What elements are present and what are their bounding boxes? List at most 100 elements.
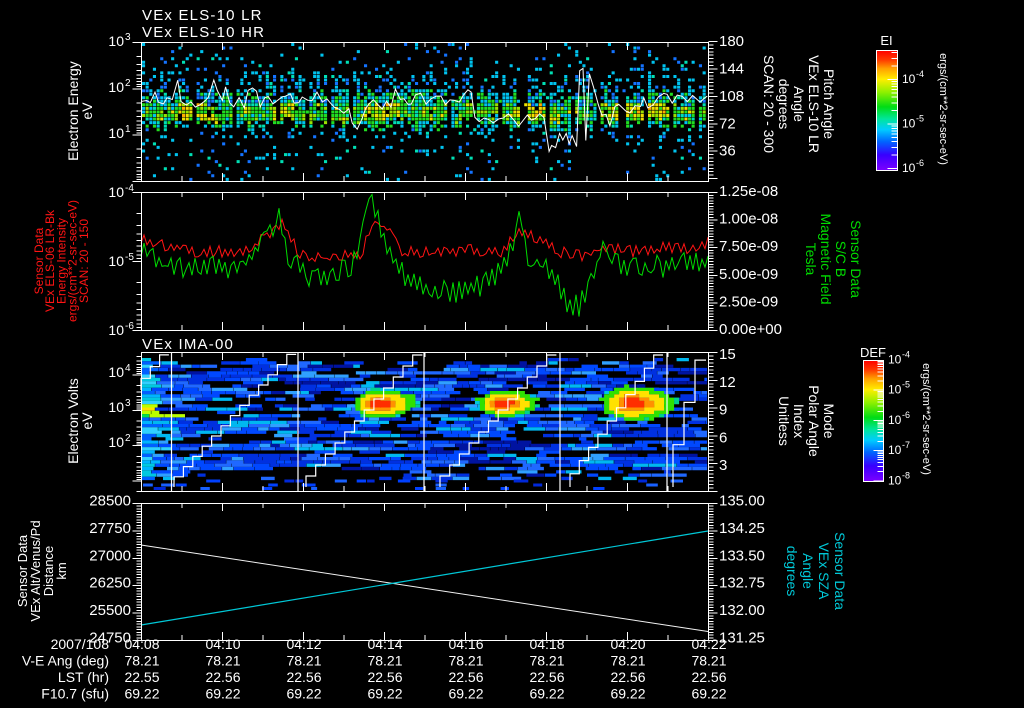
svg-text:25500: 25500 xyxy=(89,602,131,619)
svg-text:Sensor Data: Sensor Data xyxy=(832,532,848,610)
svg-text:-6: -6 xyxy=(916,158,924,168)
svg-text:10: 10 xyxy=(902,72,916,86)
svg-text:04:20: 04:20 xyxy=(610,636,645,652)
svg-text:1.25e-08: 1.25e-08 xyxy=(719,183,778,200)
svg-text:6: 6 xyxy=(719,429,727,446)
svg-text:Magnetic Field: Magnetic Field xyxy=(818,213,834,304)
svg-text:132.00: 132.00 xyxy=(719,602,765,619)
svg-text:22.56: 22.56 xyxy=(286,669,321,685)
svg-text:22.56: 22.56 xyxy=(205,669,240,685)
svg-text:-5: -5 xyxy=(125,252,134,263)
svg-text:SCAN: 20 - 150: SCAN: 20 - 150 xyxy=(77,219,91,303)
svg-text:10: 10 xyxy=(902,161,916,175)
svg-text:-6: -6 xyxy=(902,410,910,420)
svg-text:108: 108 xyxy=(719,88,744,105)
svg-text:1.00e-08: 1.00e-08 xyxy=(719,211,778,228)
svg-text:15: 15 xyxy=(719,346,736,363)
svg-text:10: 10 xyxy=(108,33,124,49)
svg-text:04:16: 04:16 xyxy=(448,636,483,652)
svg-text:22.56: 22.56 xyxy=(691,669,726,685)
svg-text:26250: 26250 xyxy=(89,575,131,592)
svg-text:-5: -5 xyxy=(902,380,910,390)
svg-text:10: 10 xyxy=(108,125,124,141)
svg-text:3: 3 xyxy=(125,32,131,43)
svg-text:69.22: 69.22 xyxy=(286,686,321,702)
svg-text:10: 10 xyxy=(902,117,916,131)
svg-text:22.55: 22.55 xyxy=(124,669,159,685)
svg-text:04:22: 04:22 xyxy=(691,636,726,652)
svg-text:133.50: 133.50 xyxy=(719,547,765,564)
svg-text:Tesla: Tesla xyxy=(803,243,819,276)
svg-text:04:18: 04:18 xyxy=(529,636,564,652)
svg-text:04:10: 04:10 xyxy=(205,636,240,652)
svg-text:-4: -4 xyxy=(902,350,910,360)
svg-text:SCAN: 20 - 300: SCAN: 20 - 300 xyxy=(761,55,777,153)
svg-text:-7: -7 xyxy=(902,440,910,450)
svg-text:69.22: 69.22 xyxy=(448,686,483,702)
svg-text:69.22: 69.22 xyxy=(205,686,240,702)
svg-text:78.21: 78.21 xyxy=(286,653,321,669)
svg-text:10: 10 xyxy=(108,322,124,338)
svg-text:9: 9 xyxy=(719,402,727,419)
svg-text:69.22: 69.22 xyxy=(691,686,726,702)
svg-text:km: km xyxy=(54,562,69,579)
svg-text:78.21: 78.21 xyxy=(124,653,159,669)
svg-text:S/C B: S/C B xyxy=(833,241,849,278)
svg-text:22.56: 22.56 xyxy=(610,669,645,685)
svg-text:78.21: 78.21 xyxy=(448,653,483,669)
svg-text:Index: Index xyxy=(791,404,807,438)
svg-text:-4: -4 xyxy=(125,183,134,194)
svg-text:10: 10 xyxy=(108,184,124,200)
svg-text:degrees: degrees xyxy=(776,79,792,130)
svg-text:78.21: 78.21 xyxy=(691,653,726,669)
svg-text:eV: eV xyxy=(79,412,95,430)
svg-text:3: 3 xyxy=(125,398,131,409)
svg-text:-4: -4 xyxy=(916,69,924,79)
svg-text:VEx IMA-00: VEx IMA-00 xyxy=(142,336,234,353)
svg-text:EI: EI xyxy=(880,33,892,48)
svg-text:Angle: Angle xyxy=(791,86,807,122)
svg-text:78.21: 78.21 xyxy=(529,653,564,669)
svg-text:2: 2 xyxy=(125,78,131,89)
svg-text:36: 36 xyxy=(719,143,736,160)
svg-text:180: 180 xyxy=(719,33,744,50)
svg-text:78.21: 78.21 xyxy=(205,653,240,669)
svg-text:22.56: 22.56 xyxy=(367,669,402,685)
svg-text:10: 10 xyxy=(108,364,124,380)
svg-text:0.00e+00: 0.00e+00 xyxy=(719,321,782,338)
svg-text:78.21: 78.21 xyxy=(610,653,645,669)
svg-text:10: 10 xyxy=(888,473,902,487)
svg-text:3: 3 xyxy=(719,457,727,474)
svg-text:ergs/(cm**2-sr-sec-eV): ergs/(cm**2-sr-sec-eV) xyxy=(920,363,932,475)
svg-text:Angle: Angle xyxy=(800,553,816,589)
svg-text:1: 1 xyxy=(125,124,131,135)
svg-text:134.25: 134.25 xyxy=(719,520,765,537)
svg-text:V-E Ang (deg): V-E Ang (deg) xyxy=(22,653,109,669)
svg-text:69.22: 69.22 xyxy=(529,686,564,702)
svg-text:10: 10 xyxy=(108,79,124,95)
svg-text:5.00e-09: 5.00e-09 xyxy=(719,266,778,283)
svg-text:27750: 27750 xyxy=(89,520,131,537)
svg-text:10: 10 xyxy=(888,383,902,397)
svg-text:degrees: degrees xyxy=(784,546,800,597)
svg-text:144: 144 xyxy=(719,60,744,77)
svg-text:2.50e-09: 2.50e-09 xyxy=(719,293,778,310)
svg-text:-8: -8 xyxy=(902,470,910,480)
svg-text:Mode: Mode xyxy=(821,403,837,438)
svg-text:10: 10 xyxy=(888,353,902,367)
svg-text:10: 10 xyxy=(108,253,124,269)
svg-text:4: 4 xyxy=(125,363,131,374)
svg-text:04:08: 04:08 xyxy=(124,636,159,652)
svg-text:69.22: 69.22 xyxy=(124,686,159,702)
svg-text:135.00: 135.00 xyxy=(719,493,765,510)
svg-text:eV: eV xyxy=(79,102,95,120)
svg-text:28500: 28500 xyxy=(89,493,131,510)
svg-text:69.22: 69.22 xyxy=(367,686,402,702)
svg-text:VEx SZA: VEx SZA xyxy=(816,543,832,600)
svg-text:78.21: 78.21 xyxy=(367,653,402,669)
svg-text:Sensor Data: Sensor Data xyxy=(848,220,864,298)
svg-text:Polar Angle: Polar Angle xyxy=(806,385,822,457)
svg-text:10: 10 xyxy=(888,443,902,457)
svg-text:22.56: 22.56 xyxy=(529,669,564,685)
svg-text:DEF: DEF xyxy=(860,345,886,360)
